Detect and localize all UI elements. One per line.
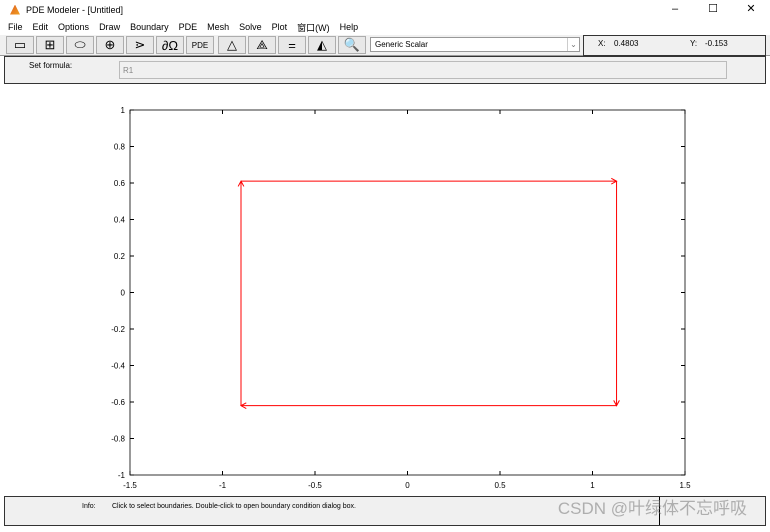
menu-bar: File Edit Options Draw Boundary PDE Mesh Solve P… <box>0 19 770 35</box>
y-tick-label: -0.6 <box>111 398 125 407</box>
menu-boundary[interactable]: Boundary <box>130 22 169 32</box>
y-tick-label: 0 <box>121 289 126 298</box>
plot-canvas[interactable]: -1.5 -1 -0.5 0 0.5 1 1.5 -1 -0.8 -0.6 -0.4 -0.2 0 0.2… <box>4 84 766 496</box>
y-value: -0.153 <box>705 39 728 48</box>
polygon-icon: ⋗ <box>134 37 146 52</box>
y-tick-label: 0.4 <box>114 216 126 225</box>
refine-mesh-icon: ⟁ <box>256 37 268 52</box>
boundary-mode-button[interactable]: ∂Ω <box>156 36 184 54</box>
matlab-icon <box>10 4 20 15</box>
x-label: X: <box>598 39 606 48</box>
x-tick-label: 1.5 <box>679 481 691 490</box>
y-tick-label: -0.2 <box>111 325 125 334</box>
menu-mesh[interactable]: Mesh <box>207 22 229 32</box>
zoom-icon: 🔍 <box>343 37 361 52</box>
watermark: CSDN @叶绿体不忘呼吸 <box>557 499 747 518</box>
ellipse-icon: ⬭ <box>74 37 86 52</box>
menu-plot[interactable]: Plot <box>272 22 288 32</box>
polygon-button[interactable]: ⋗ <box>126 36 154 54</box>
info-text: Click to select boundaries. Double-click… <box>112 503 356 510</box>
axes-box <box>129 109 686 476</box>
maximize-button[interactable]: ☐ <box>694 0 732 19</box>
menu-edit[interactable]: Edit <box>33 22 49 32</box>
zoom-button[interactable]: 🔍 <box>338 36 366 54</box>
formula-panel: Set formula: <box>4 56 766 84</box>
x-value: 0.4803 <box>614 39 639 48</box>
rectangle-icon: ▭ <box>13 37 27 52</box>
y-tick-label: 0.6 <box>114 179 126 188</box>
rectangle-button[interactable]: ▭ <box>6 36 34 54</box>
menu-pde[interactable]: PDE <box>179 22 198 32</box>
minimize-button[interactable]: – <box>656 0 694 19</box>
chevron-down-icon[interactable]: ⌄ <box>567 38 579 51</box>
set-formula-input[interactable] <box>119 61 727 79</box>
ellipse-button[interactable]: ⬭ <box>66 36 94 54</box>
y-tick-label: -0.8 <box>111 435 125 444</box>
geometry-axes[interactable]: -1.5 -1 -0.5 0 0.5 1 1.5-1-0.8-0.6-0.4-0.200.2… <box>4 84 766 496</box>
ellipse-center-button[interactable]: ⊕ <box>96 36 124 54</box>
coordinate-readout: X: 0.4803 Y: -0.153 <box>583 35 766 56</box>
x-tick-label: 0 <box>405 481 410 490</box>
init-mesh-button[interactable]: △ <box>218 36 246 54</box>
x-tick-label: 1 <box>590 481 595 490</box>
menu-file[interactable]: File <box>8 22 23 32</box>
ellipse-center-icon: ⊕ <box>104 37 116 52</box>
boundary-mode-icon: ∂Ω <box>161 37 179 53</box>
init-mesh-icon: △ <box>227 37 237 52</box>
menu-w[interactable]: 窗口(W) <box>297 21 330 34</box>
close-button[interactable]: ✕ <box>732 0 770 19</box>
menu-solve[interactable]: Solve <box>239 22 262 32</box>
x-tick-label: -1.5 <box>123 481 137 490</box>
x-tick-label: 0.5 <box>494 481 506 490</box>
pde-spec-icon: PDE <box>191 40 209 50</box>
menu-options[interactable]: Options <box>58 22 89 32</box>
application-mode-select[interactable]: Generic Scalar ⌄ <box>370 37 580 52</box>
rectangle-center-icon: ⊞ <box>44 37 56 52</box>
solve-button[interactable]: = <box>278 36 306 54</box>
solve-icon: = <box>288 37 296 53</box>
refine-mesh-button[interactable]: ⟁ <box>248 36 276 54</box>
x-tick-label: -1 <box>219 481 227 490</box>
y-tick-label: 0.8 <box>114 143 126 152</box>
menu-help[interactable]: Help <box>340 22 359 32</box>
y-tick-label: 0.2 <box>114 252 126 261</box>
application-mode-value: Generic Scalar <box>375 40 428 49</box>
info-label: Info: <box>82 503 96 510</box>
plot-icon: ◭ <box>317 37 327 52</box>
y-tick-label: -0.4 <box>111 362 125 371</box>
y-tick-label: 1 <box>121 106 126 115</box>
plot-button[interactable]: ◭ <box>308 36 336 54</box>
window-title: PDE Modeler - [Untitled] <box>26 4 124 15</box>
set-formula-label: Set formula: <box>29 61 73 70</box>
x-tick-label: -0.5 <box>308 481 322 490</box>
y-tick-label: -1 <box>118 471 126 480</box>
title-bar: PDE Modeler - [Untitled] – ☐ ✕ <box>0 0 770 19</box>
pde-spec-button[interactable]: PDE <box>186 36 214 54</box>
info-bar: Info: Click to select boundaries. Double… <box>4 496 766 526</box>
y-label: Y: <box>690 39 698 48</box>
rectangle-center-button[interactable]: ⊞ <box>36 36 64 54</box>
menu-draw[interactable]: Draw <box>99 22 120 32</box>
toolbar: Generic Scalar ⌄ X: 0.4803 Y: -0.153 ▭ ⊞ ⬭… <box>0 35 770 56</box>
